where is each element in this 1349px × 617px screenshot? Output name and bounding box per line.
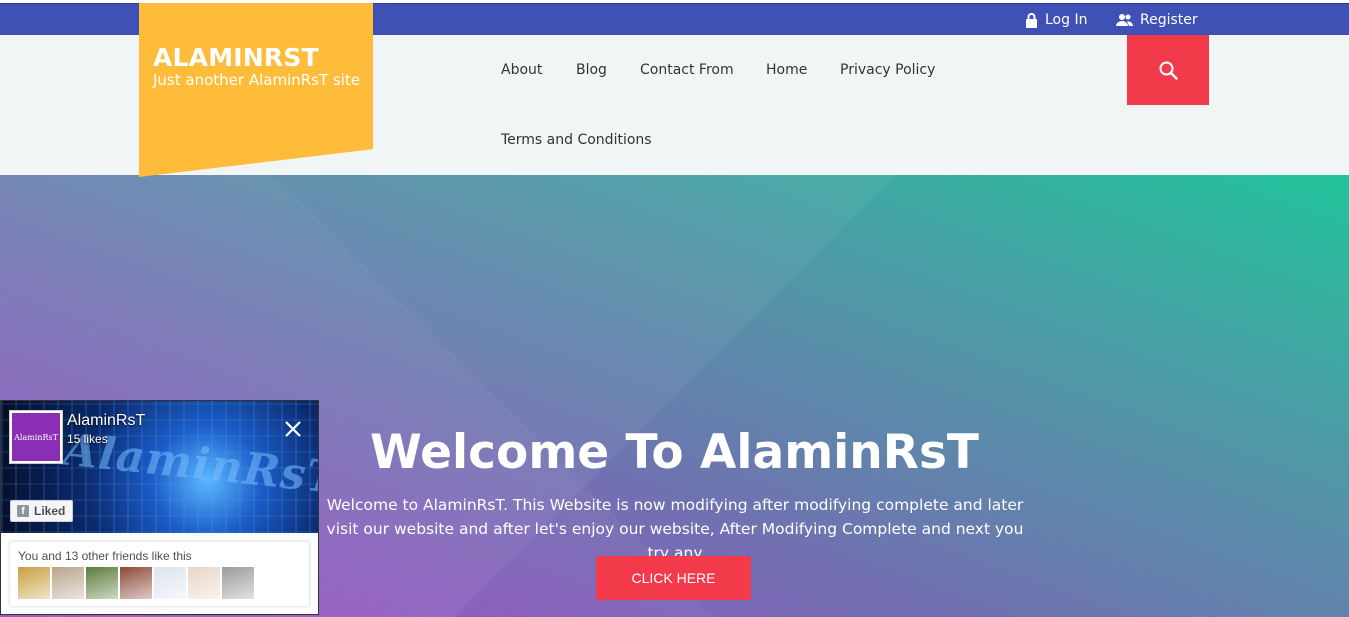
search-button[interactable]	[1127, 35, 1209, 105]
fb-avatar-text: AlaminRsT	[12, 413, 60, 461]
fb-friends-text: You and 13 other friends like this	[18, 549, 192, 563]
fb-liked-button[interactable]: f Liked	[10, 500, 73, 522]
nav-item-contact[interactable]: Contact From	[640, 62, 734, 78]
fb-friend-avatar[interactable]	[154, 567, 186, 599]
fb-friend-avatar[interactable]	[188, 567, 220, 599]
site-tagline: Just another AlaminRsT site	[153, 71, 360, 89]
fb-liked-label: Liked	[34, 504, 66, 518]
site-logo[interactable]: ALAMINRST Just another AlaminRsT site	[139, 3, 373, 177]
fb-friend-faces	[18, 567, 256, 599]
nav-item-about[interactable]: About	[501, 62, 542, 78]
fb-friend-avatar[interactable]	[222, 567, 254, 599]
fb-friends-box: You and 13 other friends like this	[9, 541, 310, 607]
users-icon	[1116, 14, 1133, 26]
nav-item-home[interactable]: Home	[766, 62, 807, 78]
fb-friend-avatar[interactable]	[52, 567, 84, 599]
close-icon[interactable]	[282, 418, 304, 440]
click-here-button[interactable]: CLICK HERE	[596, 556, 751, 600]
fb-page-avatar[interactable]: AlaminRsT	[9, 410, 63, 464]
hero-text: Welcome to AlaminRsT. This Website is no…	[326, 496, 1024, 562]
fb-page-name[interactable]: AlaminRsT	[67, 412, 145, 430]
nav-item-privacy-policy[interactable]: Privacy Policy	[840, 62, 935, 78]
fb-friend-avatar[interactable]	[120, 567, 152, 599]
register-label: Register	[1140, 12, 1198, 28]
fb-friend-avatar[interactable]	[18, 567, 50, 599]
login-link[interactable]: Log In	[1025, 4, 1087, 36]
login-label: Log In	[1045, 12, 1088, 28]
site-title[interactable]: ALAMINRST	[153, 43, 319, 72]
nav-item-blog[interactable]: Blog	[576, 62, 607, 78]
facebook-page-widget: AlaminRsT AlaminRsT AlaminRsT 15 likes f…	[0, 400, 319, 615]
facebook-icon: f	[17, 505, 29, 517]
lock-icon	[1026, 12, 1037, 28]
nav-item-terms[interactable]: Terms and Conditions	[501, 132, 652, 148]
fb-friend-avatar[interactable]	[86, 567, 118, 599]
fb-like-count: 15 likes	[67, 432, 108, 446]
register-link[interactable]: Register	[1116, 4, 1198, 36]
search-icon	[1159, 61, 1178, 80]
